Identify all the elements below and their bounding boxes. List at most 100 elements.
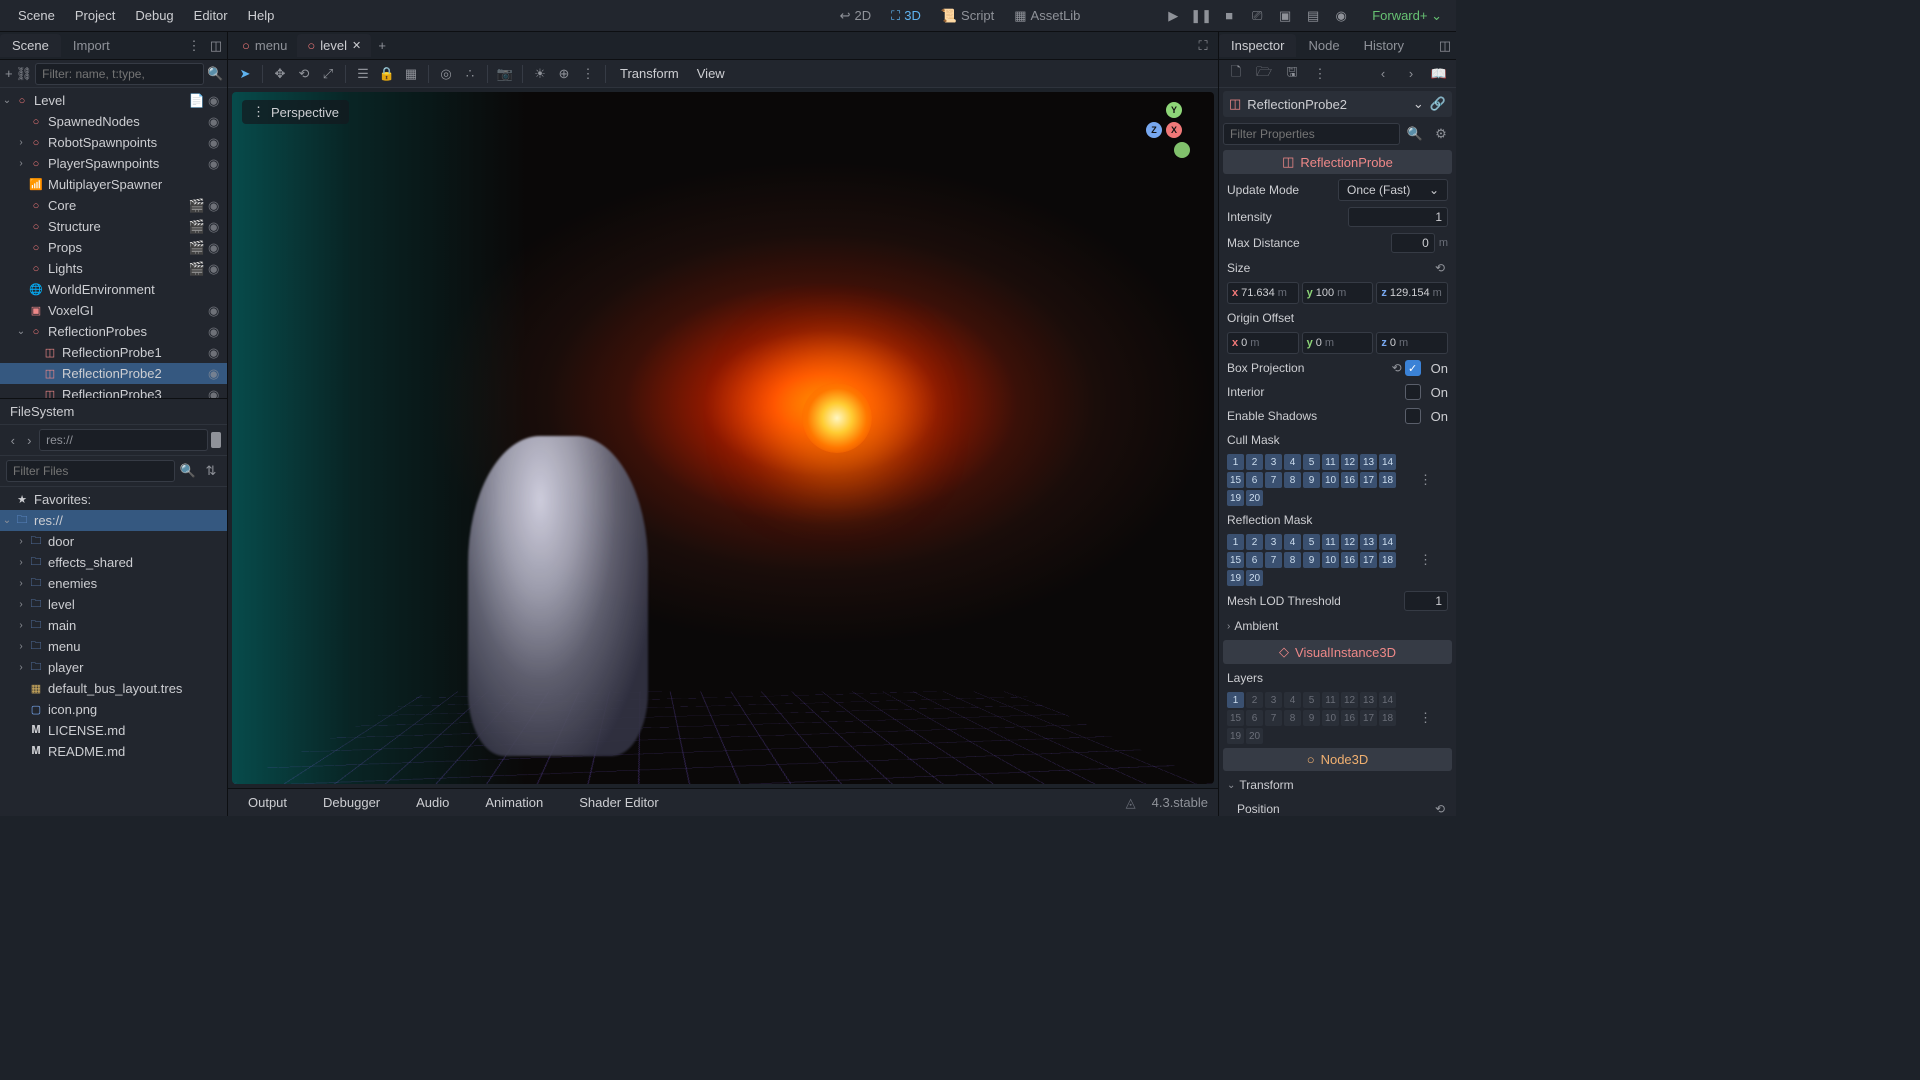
fs-folder[interactable]: ›🗀enemies: [0, 573, 227, 594]
origin-x-input[interactable]: x0m: [1227, 332, 1299, 354]
tree-node[interactable]: ◫ReflectionProbe3◉: [0, 384, 227, 398]
expand-icon[interactable]: ›: [14, 158, 28, 169]
cull-mask-grid[interactable]: 1234511121314156789101617181920: [1219, 452, 1415, 508]
stop-button[interactable]: ■: [1218, 5, 1240, 27]
mode-assetlib[interactable]: ▦AssetLib: [1006, 4, 1088, 28]
view-menu[interactable]: View: [689, 66, 733, 81]
visibility-icon[interactable]: ◉: [208, 303, 222, 319]
tree-node[interactable]: 🌐WorldEnvironment: [0, 279, 227, 300]
mask-cell-19[interactable]: 19: [1227, 490, 1244, 506]
lock-tool[interactable]: 🔒: [376, 63, 398, 85]
expand-icon[interactable]: ›: [14, 536, 28, 547]
menu-debug[interactable]: Debug: [125, 4, 183, 27]
scene-indicator-icon[interactable]: 🎬: [189, 198, 205, 214]
mask-cell-12[interactable]: 12: [1341, 534, 1358, 550]
mask-cell-2[interactable]: 2: [1246, 692, 1263, 708]
mask-cell-19[interactable]: 19: [1227, 570, 1244, 586]
visibility-icon[interactable]: ◉: [208, 324, 222, 340]
mask-cell-1[interactable]: 1: [1227, 534, 1244, 550]
visibility-icon[interactable]: ◉: [208, 345, 222, 361]
reset-icon[interactable]: ⟲: [1432, 261, 1448, 275]
fs-folder[interactable]: ›🗀main: [0, 615, 227, 636]
search-icon[interactable]: 🔍: [1404, 123, 1426, 145]
expand-icon[interactable]: ›: [14, 641, 28, 652]
visibility-icon[interactable]: ◉: [208, 366, 222, 382]
gizmo-z-axis[interactable]: Z: [1146, 122, 1162, 138]
tab-node[interactable]: Node: [1296, 34, 1351, 57]
update-mode-dropdown[interactable]: Once (Fast)⌄: [1338, 179, 1448, 201]
mask-cell-20[interactable]: 20: [1246, 570, 1263, 586]
mask-more-icon[interactable]: ⋮: [1415, 472, 1436, 488]
mask-cell-7[interactable]: 7: [1265, 472, 1282, 488]
expand-icon[interactable]: ›: [14, 578, 28, 589]
tree-node[interactable]: ○Structure🎬◉: [0, 216, 227, 237]
list-tool[interactable]: ☰: [352, 63, 374, 85]
tab-history[interactable]: History: [1352, 34, 1416, 57]
size-x-input[interactable]: x71.634m: [1227, 282, 1299, 304]
mask-cell-11[interactable]: 11: [1322, 534, 1339, 550]
orientation-gizmo[interactable]: Y X Z: [1146, 102, 1202, 158]
menu-scene[interactable]: Scene: [8, 4, 65, 27]
fs-folder[interactable]: ›🗀menu: [0, 636, 227, 657]
visibility-icon[interactable]: ◉: [208, 93, 222, 109]
close-tab-icon[interactable]: ✕: [352, 39, 361, 52]
fs-folder[interactable]: ›🗀effects_shared: [0, 552, 227, 573]
mask-cell-10[interactable]: 10: [1322, 552, 1339, 568]
doc-icon[interactable]: 📖: [1428, 63, 1450, 85]
sort-icon[interactable]: ⇅: [201, 460, 221, 482]
more-icon[interactable]: ⋮: [1309, 63, 1331, 85]
mask-cell-4[interactable]: 4: [1284, 454, 1301, 470]
mask-cell-5[interactable]: 5: [1303, 692, 1320, 708]
mask-cell-6[interactable]: 6: [1246, 552, 1263, 568]
tree-node[interactable]: ▣VoxelGI◉: [0, 300, 227, 321]
interior-checkbox[interactable]: [1405, 384, 1421, 400]
scene-tab-menu[interactable]: ○menu: [232, 34, 297, 57]
mask-cell-14[interactable]: 14: [1379, 454, 1396, 470]
movie-maker-button[interactable]: ◉: [1330, 5, 1352, 27]
tab-import[interactable]: Import: [61, 34, 122, 57]
history-back-icon[interactable]: ‹: [1372, 63, 1394, 85]
group-tool[interactable]: ▦: [400, 63, 422, 85]
origin-z-input[interactable]: z0m: [1376, 332, 1448, 354]
enable-shadows-checkbox[interactable]: [1405, 408, 1421, 424]
mask-cell-17[interactable]: 17: [1360, 710, 1377, 726]
fs-folder[interactable]: ›🗀door: [0, 531, 227, 552]
add-node-button[interactable]: +: [5, 63, 13, 85]
reflection-mask-grid[interactable]: 1234511121314156789101617181920: [1219, 532, 1415, 588]
expand-viewport-icon[interactable]: ⛶: [1192, 35, 1214, 57]
menu-help[interactable]: Help: [238, 4, 285, 27]
tab-inspector[interactable]: Inspector: [1219, 34, 1296, 57]
layers-grid[interactable]: 1234511121314156789101617181920: [1219, 690, 1415, 746]
nav-back-button[interactable]: ‹: [6, 429, 20, 451]
mode-script[interactable]: 📜Script: [933, 4, 1002, 28]
fs-folder[interactable]: ›🗀level: [0, 594, 227, 615]
dock-menu-icon[interactable]: ⋮: [183, 35, 205, 57]
mask-more-icon[interactable]: ⋮: [1415, 710, 1436, 726]
mask-cell-8[interactable]: 8: [1284, 552, 1301, 568]
mask-cell-20[interactable]: 20: [1246, 728, 1263, 744]
mask-cell-5[interactable]: 5: [1303, 454, 1320, 470]
mask-cell-20[interactable]: 20: [1246, 490, 1263, 506]
sun-tool[interactable]: ☀: [529, 63, 551, 85]
mask-cell-11[interactable]: 11: [1322, 454, 1339, 470]
gizmo-x-axis[interactable]: X: [1166, 122, 1182, 138]
mask-cell-4[interactable]: 4: [1284, 534, 1301, 550]
link-node-button[interactable]: ⛓: [16, 63, 33, 85]
mask-cell-10[interactable]: 10: [1322, 472, 1339, 488]
tree-node-selected[interactable]: ◫ReflectionProbe2◉: [0, 363, 227, 384]
fs-file[interactable]: ▢icon.png: [0, 699, 227, 720]
reset-icon[interactable]: ⟲: [1389, 361, 1405, 375]
expand-icon[interactable]: ›: [14, 662, 28, 673]
mask-cell-9[interactable]: 9: [1303, 552, 1320, 568]
mask-cell-2[interactable]: 2: [1246, 534, 1263, 550]
mask-cell-3[interactable]: 3: [1265, 692, 1282, 708]
mask-cell-15[interactable]: 15: [1227, 472, 1244, 488]
mask-cell-14[interactable]: 14: [1379, 534, 1396, 550]
collapse-icon[interactable]: ⌄: [14, 326, 28, 337]
mask-cell-2[interactable]: 2: [1246, 454, 1263, 470]
scene-indicator-icon[interactable]: 🎬: [189, 261, 205, 277]
settings-icon[interactable]: ⚙: [1430, 123, 1452, 145]
mask-cell-16[interactable]: 16: [1341, 552, 1358, 568]
renderer-dropdown[interactable]: Forward+ ⌄: [1366, 8, 1448, 24]
play-custom-button[interactable]: ▤: [1302, 5, 1324, 27]
